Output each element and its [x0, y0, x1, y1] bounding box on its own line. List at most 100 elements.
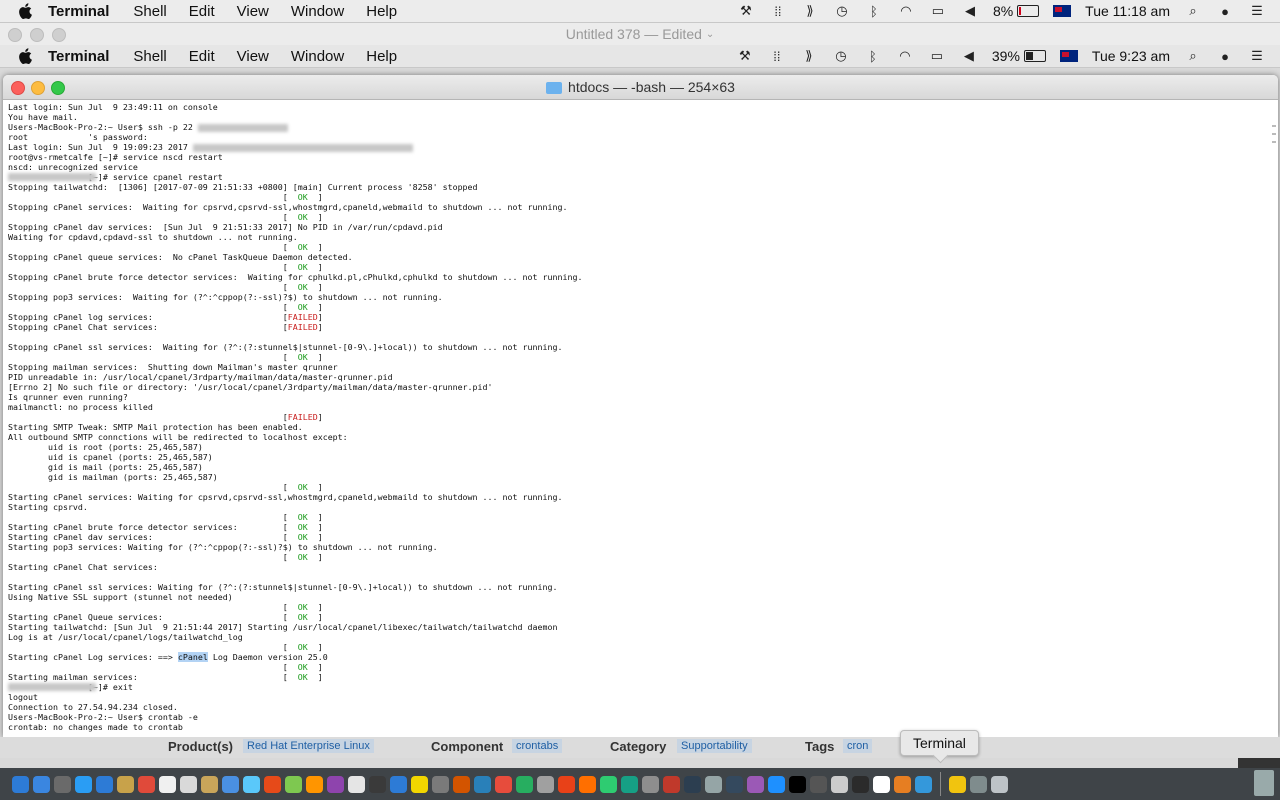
dock-app-icon[interactable]: [915, 775, 932, 793]
dock-app-icon[interactable]: [852, 775, 869, 793]
siri-icon[interactable]: ●: [1216, 48, 1234, 64]
dock-app-icon[interactable]: [558, 775, 575, 793]
close-button[interactable]: [8, 28, 22, 42]
dock-app-icon[interactable]: [768, 775, 785, 793]
bluetooth-icon[interactable]: ᛒ: [864, 48, 882, 64]
volume-icon[interactable]: ◀: [960, 48, 978, 64]
hammer-icon[interactable]: ⚒: [737, 3, 755, 19]
dock-app-icon[interactable]: [747, 775, 764, 793]
menu-window[interactable]: Window: [291, 3, 344, 20]
dock-app-icon[interactable]: [117, 775, 134, 793]
airplay-icon[interactable]: ▭: [928, 48, 946, 64]
zoom-button[interactable]: [52, 28, 66, 42]
menu-edit[interactable]: Edit: [189, 48, 215, 65]
dock-app-icon[interactable]: [33, 775, 50, 793]
tags-tag[interactable]: cron: [843, 739, 873, 753]
dock-app-icon[interactable]: [810, 775, 827, 793]
dock-app-icon[interactable]: [348, 775, 365, 793]
dock-app-icon[interactable]: [873, 775, 890, 793]
menu-help[interactable]: Help: [366, 48, 397, 65]
apple-icon[interactable]: [16, 47, 34, 65]
apple-icon[interactable]: [16, 2, 34, 20]
dock-app-icon[interactable]: [411, 775, 428, 793]
dock-app-icon[interactable]: [306, 775, 323, 793]
app-bracket-icon[interactable]: ⟫: [800, 48, 818, 64]
dock-app-icon[interactable]: [949, 775, 966, 793]
hammer-icon[interactable]: ⚒: [736, 48, 754, 64]
dock-app-icon[interactable]: [516, 775, 533, 793]
dock-app-icon[interactable]: [327, 775, 344, 793]
grid-dots-icon[interactable]: ⁞⁞: [769, 3, 787, 19]
spotlight-search-icon[interactable]: ⌕: [1184, 3, 1202, 19]
dock-app-icon[interactable]: [285, 775, 302, 793]
grid-dots-icon[interactable]: ⁞⁞: [768, 48, 786, 64]
menu-help[interactable]: Help: [366, 3, 397, 20]
siri-icon[interactable]: ●: [1216, 3, 1234, 19]
bluetooth-icon[interactable]: ᛒ: [865, 3, 883, 19]
window-titlebar[interactable]: htdocs — -bash — 254×63: [3, 75, 1278, 100]
dock-app-icon[interactable]: [222, 775, 239, 793]
wifi-icon[interactable]: ◠: [896, 48, 914, 64]
clock[interactable]: Tue 9:23 am: [1092, 48, 1170, 64]
close-button[interactable]: [11, 81, 25, 95]
dock-app-icon[interactable]: [75, 775, 92, 793]
menu-shell[interactable]: Shell: [133, 3, 166, 20]
dock-app-icon[interactable]: [970, 775, 987, 793]
dock-app-icon[interactable]: [453, 775, 470, 793]
menu-window[interactable]: Window: [291, 48, 344, 65]
dock-app-icon[interactable]: [159, 775, 176, 793]
component-tag[interactable]: crontabs: [512, 739, 563, 753]
menu-view[interactable]: View: [237, 48, 269, 65]
dock-app-icon[interactable]: [495, 775, 512, 793]
time-machine-icon[interactable]: ◷: [832, 48, 850, 64]
dock-app-icon[interactable]: [537, 775, 554, 793]
dock-app-icon[interactable]: [12, 775, 29, 793]
minimize-button[interactable]: [31, 81, 45, 95]
battery-indicator[interactable]: 39%: [992, 48, 1046, 64]
dock-app-icon[interactable]: [264, 775, 281, 793]
dock-app-icon[interactable]: [201, 775, 218, 793]
terminal-output[interactable]: Last login: Sun Jul 9 23:49:11 on consol…: [3, 100, 1278, 732]
dock-app-icon[interactable]: [642, 775, 659, 793]
dock-app-icon[interactable]: [369, 775, 386, 793]
dock-app-icon[interactable]: [180, 775, 197, 793]
scrollbar[interactable]: [1272, 125, 1276, 149]
wifi-icon[interactable]: ◠: [897, 3, 915, 19]
volume-icon[interactable]: ◀: [961, 3, 979, 19]
spotlight-search-icon[interactable]: ⌕: [1184, 48, 1202, 64]
input-source-flag-icon[interactable]: [1053, 5, 1072, 17]
app-bracket-icon[interactable]: ⟫: [801, 3, 819, 19]
dock-app-icon[interactable]: [894, 775, 911, 793]
dock-app-icon[interactable]: [726, 775, 743, 793]
input-source-flag-icon[interactable]: [1059, 50, 1078, 62]
minimize-button[interactable]: [30, 28, 44, 42]
dock-app-icon[interactable]: [96, 775, 113, 793]
dock-app-icon[interactable]: [243, 775, 260, 793]
dock-app-icon[interactable]: [600, 775, 617, 793]
menu-edit[interactable]: Edit: [189, 3, 215, 20]
menu-app-name[interactable]: Terminal: [48, 3, 109, 20]
dock-app-icon[interactable]: [789, 775, 806, 793]
menu-shell[interactable]: Shell: [133, 48, 166, 65]
clock[interactable]: Tue 11:18 am: [1085, 3, 1170, 19]
dock-app-icon[interactable]: [663, 775, 680, 793]
menu-app-name[interactable]: Terminal: [48, 48, 109, 65]
zoom-button[interactable]: [51, 81, 65, 95]
notification-center-icon[interactable]: ☰: [1248, 48, 1266, 64]
category-tag[interactable]: Supportability: [677, 739, 752, 753]
dock-app-icon[interactable]: [684, 775, 701, 793]
dock-app-icon[interactable]: [579, 775, 596, 793]
dock-app-icon[interactable]: [991, 775, 1008, 793]
dock-app-icon[interactable]: [621, 775, 638, 793]
trash-icon[interactable]: [1254, 770, 1274, 796]
dock-app-icon[interactable]: [390, 775, 407, 793]
dock-app-icon[interactable]: [705, 775, 722, 793]
dock-app-icon[interactable]: [831, 775, 848, 793]
time-machine-icon[interactable]: ◷: [833, 3, 851, 19]
dock-app-icon[interactable]: [54, 775, 71, 793]
dock-app-icon[interactable]: [138, 775, 155, 793]
airplay-icon[interactable]: ▭: [929, 3, 947, 19]
products-tag[interactable]: Red Hat Enterprise Linux: [243, 739, 374, 753]
document-title[interactable]: Untitled 378 — Edited: [566, 26, 702, 42]
battery-indicator[interactable]: 8%: [993, 3, 1040, 19]
